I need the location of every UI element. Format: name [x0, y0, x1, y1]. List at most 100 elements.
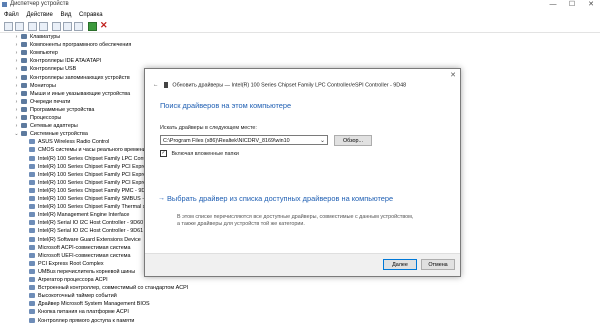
device-icon: [29, 293, 35, 299]
properties-icon[interactable]: [28, 22, 37, 31]
chevron-down-icon[interactable]: ⌄: [320, 136, 325, 146]
tree-category-label: Контроллеры USB: [30, 66, 77, 73]
driver-path-input[interactable]: C:\Program Files (x86)\Realtek\NICDRV_81…: [160, 135, 328, 145]
chevron-right-icon[interactable]: ›: [14, 106, 19, 114]
tree-device-label: Intel(R) Serial IO I2C Host Controller -…: [38, 220, 144, 227]
chevron-right-icon[interactable]: ›: [14, 33, 19, 41]
chevron-right-icon[interactable]: ›: [14, 122, 19, 130]
dialog-close-button[interactable]: ✕: [450, 71, 456, 79]
include-subfolders-label: Включая вложенные папки: [171, 150, 239, 157]
tree-device-label: Intel(R) 100 Series Chipset Family PCI E…: [38, 179, 157, 186]
help-icon[interactable]: [39, 22, 48, 31]
device-icon: [29, 187, 35, 193]
close-window-button[interactable]: ✕: [582, 0, 600, 9]
tree-device-label: Кнопка питания на платформе ACPI: [38, 309, 129, 316]
tree-device-label: Встроенный контроллер, совместимый со ст…: [38, 285, 189, 292]
device-icon: [29, 212, 35, 218]
device-icon: [29, 220, 35, 226]
chevron-right-icon[interactable]: ›: [14, 98, 19, 106]
category-icon: [21, 42, 27, 48]
device-icon: [29, 139, 35, 145]
cancel-button[interactable]: Отмена: [421, 259, 455, 270]
menu-bar: Файл Действие Вид Справка: [0, 10, 600, 20]
dialog-header-text: Обновить драйверы — Intel(R) 100 Series …: [172, 82, 407, 89]
tree-device-label: Драйвер Microsoft System Management BIOS: [38, 301, 150, 308]
minimize-button[interactable]: —: [544, 0, 562, 9]
menu-file[interactable]: Файл: [4, 10, 19, 20]
chevron-right-icon[interactable]: ›: [14, 65, 19, 73]
device-icon: [163, 82, 168, 88]
tree-device-label: CMOS системы и часы реального времени: [38, 147, 146, 154]
back-arrow-icon[interactable]: ←: [153, 82, 158, 88]
menu-view[interactable]: Вид: [61, 10, 72, 20]
pick-driver-link[interactable]: → Выбрать драйвер из списка доступных др…: [158, 194, 402, 203]
enable-device-icon[interactable]: [88, 22, 97, 31]
chevron-right-icon[interactable]: ›: [14, 74, 19, 82]
category-icon: [21, 66, 27, 72]
category-icon: [21, 74, 27, 80]
device-manager-icon: [2, 2, 7, 7]
chevron-right-icon[interactable]: ›: [14, 114, 19, 122]
tree-device-label: Intel(R) 100 Series Chipset Family PCI E…: [38, 171, 157, 178]
device-icon: [29, 260, 35, 266]
window-title: Диспетчер устройств: [10, 1, 69, 7]
tree-device-label: Intel(R) Serial IO I2C Host Controller -…: [38, 228, 144, 235]
tree-device-label: Microsoft UEFI-совместимая система: [38, 252, 131, 259]
monitor-icon[interactable]: [63, 22, 72, 31]
tree-category-label: Мыши и иные указывающие устройства: [30, 90, 131, 97]
pick-driver-link-text[interactable]: Выбрать драйвер из списка доступных драй…: [167, 194, 393, 203]
menu-help[interactable]: Справка: [79, 10, 103, 20]
tree-category-label: Компьютер: [30, 50, 58, 57]
tree-category-label: Клавиатуры: [30, 34, 61, 40]
tree-category-label: Контроллеры IDE ATA/ATAPI: [30, 58, 102, 65]
tree-device-label: Intel(R) 100 Series Chipset Family SMBUS…: [38, 196, 156, 202]
dialog-footer: Далее Отмена: [145, 253, 460, 276]
driver-path-value: C:\Program Files (x86)\Realtek\NICDRV_81…: [163, 138, 290, 144]
device-icon: [29, 317, 35, 323]
chevron-right-icon[interactable]: ›: [14, 49, 19, 57]
toolbar: ✕: [0, 20, 600, 33]
arrow-right-icon: →: [158, 195, 165, 202]
back-icon[interactable]: [4, 22, 13, 31]
dialog-header: ← Обновить драйверы — Intel(R) 100 Serie…: [153, 82, 406, 88]
maximize-button[interactable]: ☐: [563, 0, 581, 9]
category-icon: [21, 123, 27, 129]
tree-device-label: Intel(R) Software Guard Extensions Devic…: [38, 236, 141, 243]
tree-device-label: Intel(R) Management Engine Interface: [38, 212, 130, 219]
tree-device-label: Высокоточный таймер событий: [38, 293, 117, 300]
next-button[interactable]: Далее: [383, 259, 417, 270]
device-icon: [29, 147, 35, 153]
chevron-down-icon[interactable]: ⌄: [14, 130, 19, 138]
chevron-right-icon[interactable]: ›: [14, 41, 19, 49]
tree-device-label: ASUS Wireless Radio Control: [38, 139, 110, 146]
update-driver-dialog: ✕ ← Обновить драйверы — Intel(R) 100 Ser…: [144, 68, 461, 277]
device-icon: [29, 244, 35, 250]
scan-hardware-icon[interactable]: [74, 22, 83, 31]
forward-icon[interactable]: [15, 22, 24, 31]
category-icon: [21, 82, 27, 88]
include-subfolders-checkbox[interactable]: ✓ Включая вложенные папки: [160, 150, 239, 157]
device-icon: [29, 285, 35, 291]
tree-device-label: Intel(R) 100 Series Chipset Family PMC -…: [38, 187, 152, 194]
device-icon: [29, 171, 35, 177]
pick-driver-description: В этом списке перечисляются все доступны…: [177, 214, 414, 227]
update-driver-icon[interactable]: [52, 22, 61, 31]
tree-device-label: Intel(R) 100 Series Chipset Family Therm…: [38, 204, 152, 211]
category-icon: [21, 131, 27, 137]
chevron-right-icon[interactable]: ›: [14, 57, 19, 65]
uninstall-device-icon[interactable]: ✕: [100, 21, 108, 30]
category-icon: [21, 98, 27, 104]
chevron-right-icon[interactable]: ›: [14, 82, 19, 90]
category-icon: [21, 58, 27, 64]
category-icon: [21, 115, 27, 120]
checkbox-box[interactable]: ✓: [160, 150, 167, 157]
dialog-heading: Поиск драйверов на этом компьютере: [160, 101, 292, 110]
device-icon: [29, 236, 35, 242]
chevron-right-icon[interactable]: ›: [14, 90, 19, 98]
device-icon: [29, 228, 35, 234]
device-icon: [29, 268, 35, 274]
tree-category-label: Компоненты программного обеспечения: [30, 42, 132, 49]
menu-action[interactable]: Действие: [26, 10, 52, 20]
browse-button[interactable]: Обзор...: [334, 135, 372, 146]
tree-device-label: Intel(R) 100 Series Chipset Family PCI E…: [38, 163, 157, 170]
